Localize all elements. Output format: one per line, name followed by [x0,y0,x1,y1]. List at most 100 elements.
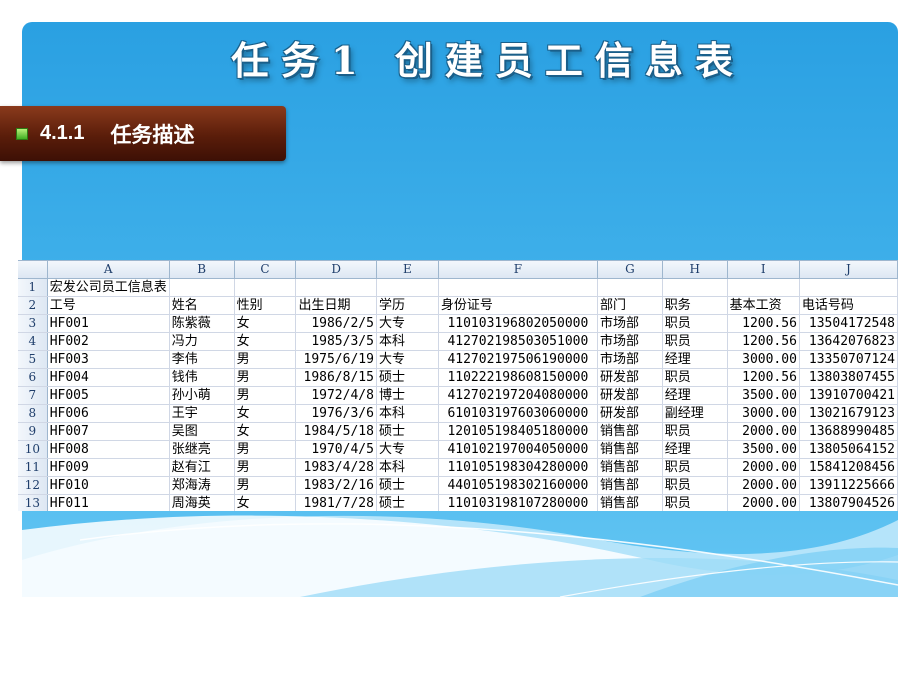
data-cell[interactable]: 2000.00 [727,476,800,495]
data-cell[interactable]: 男 [234,386,297,405]
cell[interactable] [169,278,235,297]
data-cell[interactable]: 孙小萌 [169,386,235,405]
data-cell[interactable]: 大专 [376,350,439,369]
column-header-b[interactable]: B [169,261,235,279]
data-cell[interactable]: 女 [234,422,297,441]
data-cell[interactable]: 1970/4/5 [295,440,377,459]
sheet-title-cell[interactable]: 宏发公司员工信息表 [47,278,170,297]
data-cell[interactable]: 13504172548 [799,314,898,333]
data-cell[interactable]: 周海英 [169,494,235,511]
data-cell[interactable]: 经理 [662,350,728,369]
data-cell[interactable]: 经理 [662,440,728,459]
data-cell[interactable]: 销售部 [597,440,663,459]
cell[interactable] [597,278,663,297]
data-cell[interactable]: 陈紫薇 [169,314,235,333]
row-header[interactable]: 5 [18,350,48,369]
data-cell[interactable]: 男 [234,350,297,369]
data-cell[interactable]: 1200.56 [727,368,800,387]
cell[interactable] [662,278,728,297]
data-cell[interactable]: 1972/4/8 [295,386,377,405]
row-header[interactable]: 13 [18,494,48,511]
cell[interactable] [234,278,297,297]
data-cell[interactable]: 硕士 [376,476,439,495]
data-cell[interactable]: 1985/3/5 [295,332,377,351]
select-all-corner[interactable] [18,261,48,279]
data-cell[interactable]: 职员 [662,476,728,495]
data-cell[interactable]: HF009 [47,458,170,477]
data-cell[interactable]: HF007 [47,422,170,441]
data-cell[interactable]: 王宇 [169,404,235,423]
data-cell[interactable]: 女 [234,332,297,351]
data-cell[interactable]: 市场部 [597,332,663,351]
data-cell[interactable]: 职员 [662,332,728,351]
column-header-e[interactable]: E [376,261,439,279]
data-cell[interactable]: 销售部 [597,476,663,495]
data-cell[interactable]: 职员 [662,422,728,441]
header-cell[interactable]: 职务 [662,296,728,315]
data-cell[interactable]: 2000.00 [727,494,800,511]
data-cell[interactable]: 120105198405180000 [438,422,598,441]
data-cell[interactable]: 1986/8/15 [295,368,377,387]
cell[interactable] [295,278,377,297]
data-cell[interactable]: 职员 [662,494,728,511]
data-cell[interactable]: 410102197004050000 [438,440,598,459]
data-cell[interactable]: 1200.56 [727,332,800,351]
data-cell[interactable]: 110105198304280000 [438,458,598,477]
data-cell[interactable]: 13805064152 [799,440,898,459]
row-header[interactable]: 6 [18,368,48,387]
data-cell[interactable]: 610103197603060000 [438,404,598,423]
data-cell[interactable]: 市场部 [597,350,663,369]
data-cell[interactable]: HF003 [47,350,170,369]
data-cell[interactable]: 412702198503051000 [438,332,598,351]
column-header-c[interactable]: C [234,261,297,279]
data-cell[interactable]: 412702197506190000 [438,350,598,369]
data-cell[interactable]: 研发部 [597,404,663,423]
data-cell[interactable]: HF001 [47,314,170,333]
data-cell[interactable]: 2000.00 [727,422,800,441]
data-cell[interactable]: 1983/2/16 [295,476,377,495]
data-cell[interactable]: 博士 [376,386,439,405]
row-header[interactable]: 7 [18,386,48,405]
data-cell[interactable]: 1975/6/19 [295,350,377,369]
data-cell[interactable]: HF004 [47,368,170,387]
header-cell[interactable]: 部门 [597,296,663,315]
data-cell[interactable]: 赵有江 [169,458,235,477]
data-cell[interactable]: 研发部 [597,386,663,405]
data-cell[interactable]: 412702197204080000 [438,386,598,405]
data-cell[interactable]: 1981/7/28 [295,494,377,511]
row-header[interactable]: 4 [18,332,48,351]
data-cell[interactable]: 本科 [376,404,439,423]
data-cell[interactable]: 硕士 [376,494,439,511]
row-header[interactable]: 3 [18,314,48,333]
row-header[interactable]: 12 [18,476,48,495]
data-cell[interactable]: 冯力 [169,332,235,351]
cell[interactable] [376,278,439,297]
row-header[interactable]: 2 [18,296,48,315]
data-cell[interactable]: 2000.00 [727,458,800,477]
header-cell[interactable]: 基本工资 [727,296,800,315]
data-cell[interactable]: 大专 [376,314,439,333]
data-cell[interactable]: 男 [234,440,297,459]
cell[interactable] [727,278,800,297]
row-header[interactable]: 11 [18,458,48,477]
data-cell[interactable]: 男 [234,368,297,387]
header-cell[interactable]: 电话号码 [799,296,898,315]
data-cell[interactable]: 3500.00 [727,386,800,405]
data-cell[interactable]: 1986/2/5 [295,314,377,333]
data-cell[interactable]: 13350707124 [799,350,898,369]
data-cell[interactable]: 经理 [662,386,728,405]
data-cell[interactable]: 女 [234,494,297,511]
data-cell[interactable]: 李伟 [169,350,235,369]
data-cell[interactable]: 3000.00 [727,404,800,423]
data-cell[interactable]: 研发部 [597,368,663,387]
data-cell[interactable]: HF011 [47,494,170,511]
row-header[interactable]: 8 [18,404,48,423]
data-cell[interactable]: 吴图 [169,422,235,441]
data-cell[interactable]: 3500.00 [727,440,800,459]
data-cell[interactable]: 女 [234,404,297,423]
data-cell[interactable]: 女 [234,314,297,333]
data-cell[interactable]: 440105198302160000 [438,476,598,495]
cell[interactable] [799,278,898,297]
header-cell[interactable]: 姓名 [169,296,235,315]
data-cell[interactable]: 13807904526 [799,494,898,511]
